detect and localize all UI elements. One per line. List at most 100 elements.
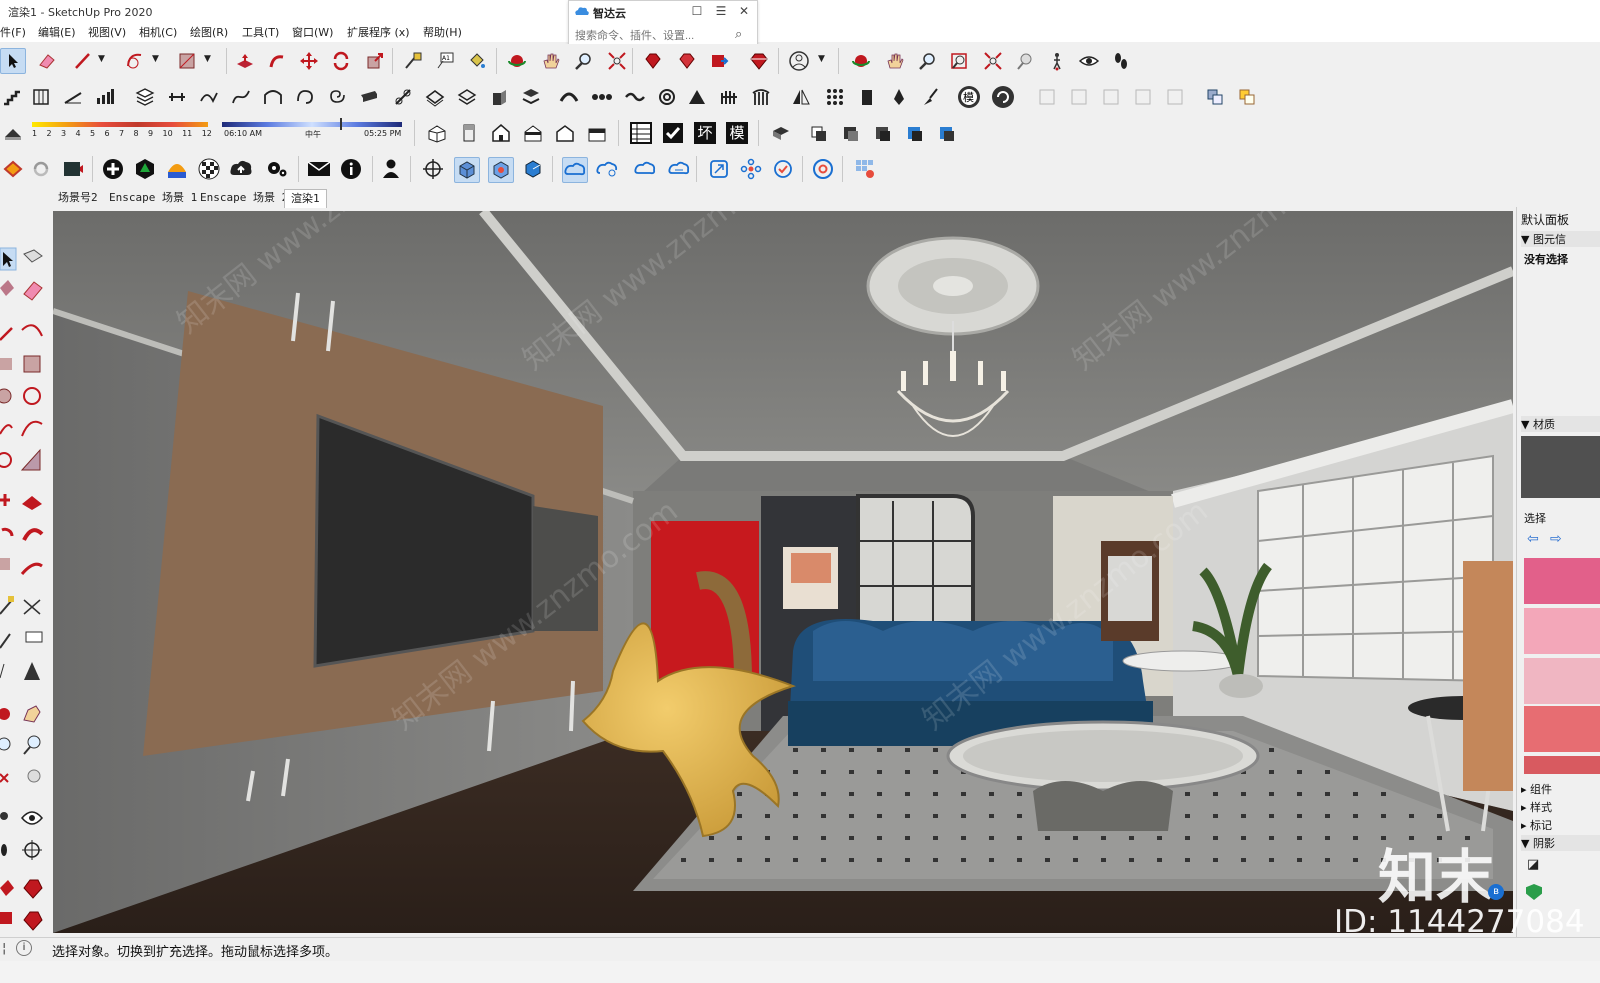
zoom-extents-icon[interactable] [980,48,1006,74]
sync-check-icon[interactable] [770,156,796,182]
menu-view[interactable]: 视图(V) [88,24,126,40]
section-display-icon[interactable] [870,120,896,146]
chevron-down-icon[interactable]: ▼ [818,54,825,64]
push-pull-icon[interactable] [232,48,258,74]
select-tab[interactable]: 选择 [1524,510,1546,526]
month-gradient-bar[interactable] [32,122,208,127]
video-render-icon[interactable] [60,156,86,182]
crosshair-icon[interactable] [420,156,446,182]
sunrise-icon[interactable] [164,156,190,182]
left-view-icon[interactable] [584,120,610,146]
shadows-icon[interactable] [0,120,26,146]
menu-button[interactable]: ☰ [712,3,730,19]
component-tool-icon[interactable] [1098,84,1124,110]
material-swatch[interactable] [1524,658,1600,704]
refresh-icon[interactable] [28,156,54,182]
shadows-header[interactable]: ▼ 阴影 [1521,835,1600,851]
pan-hand-icon[interactable] [538,48,564,74]
extension-warehouse-icon[interactable] [746,48,772,74]
arc-tool-icon[interactable] [122,48,148,74]
ruby-icon[interactable] [640,48,666,74]
column-icon[interactable] [28,84,54,110]
component-tool-icon[interactable] [1162,84,1188,110]
sketchup-cube-icon[interactable] [520,156,546,182]
pan-hand-icon[interactable] [882,48,908,74]
scene-tab[interactable]: Enscape 场景 2 [194,189,294,207]
arch-icon[interactable] [260,84,286,110]
move-tool-icon[interactable] [296,48,322,74]
cloud-list-icon[interactable] [666,156,692,182]
forward-arrow-icon[interactable]: ⇨ [1550,531,1562,547]
layout-icon[interactable] [0,156,26,182]
dome-icon[interactable] [556,84,582,110]
brush-icon[interactable] [918,84,944,110]
settings-gear-icon[interactable] [264,156,290,182]
ruby-console-icon[interactable] [674,48,700,74]
layer-highlight-icon[interactable] [1234,84,1260,110]
reload-icon[interactable] [990,84,1016,110]
grid-plugin-icon[interactable] [852,156,878,182]
zoom-icon[interactable] [570,48,596,74]
chevron-down-icon[interactable]: ▼ [152,54,159,64]
component-tool-icon[interactable] [1066,84,1092,110]
fence-icon[interactable] [748,84,774,110]
zoom-window-icon[interactable] [946,48,972,74]
cloud-upload-icon[interactable] [228,156,254,182]
checkbox-icon[interactable] [660,120,686,146]
orbit-icon[interactable] [504,48,530,74]
sketchup-cube-icon[interactable] [454,157,480,183]
stairs-icon[interactable] [0,84,26,110]
network-icon[interactable] [738,156,764,182]
section-plane-icon[interactable] [768,120,794,146]
cloud-link-icon[interactable] [562,157,588,183]
user-icon[interactable] [378,156,404,182]
restore-button[interactable]: ☐ [688,3,706,19]
box-icon[interactable] [854,84,880,110]
model-tool-icon[interactable]: 模 [724,120,750,146]
back-arrow-icon[interactable]: ⇦ [1527,531,1539,547]
entity-info-header[interactable]: ▼ 图元信 [1521,231,1600,247]
tree-icon[interactable] [132,156,158,182]
material-swatch[interactable] [1524,608,1600,654]
slope-icon[interactable] [60,84,86,110]
rectangle-tool-icon[interactable] [174,48,200,74]
menu-window[interactable]: 窗口(W) [292,24,333,40]
time-slider-handle[interactable] [340,118,342,130]
component-tool-icon[interactable] [1130,84,1156,110]
export-icon[interactable] [706,48,732,74]
checker-sphere-icon[interactable] [196,156,222,182]
components-header[interactable]: ▸ 组件 [1521,781,1552,797]
scene-tab-active[interactable]: 渲染1 [284,189,327,208]
wave-icon[interactable] [622,84,648,110]
bar-graph-icon[interactable] [92,84,118,110]
cloud-sync-icon[interactable] [632,156,658,182]
layers-tool-icon[interactable] [132,84,158,110]
scene-tab[interactable]: Enscape 场景 1 [103,189,203,207]
sketchup-cube-icon[interactable] [488,157,514,183]
align-icon[interactable] [164,84,190,110]
chevron-down-icon[interactable]: ▼ [98,54,105,64]
account-icon[interactable] [786,48,812,74]
mail-icon[interactable] [306,156,332,182]
walk-footprints-icon[interactable] [1108,48,1134,74]
menu-camera[interactable]: 相机(C) [139,24,177,40]
shape-bender-icon[interactable] [422,84,448,110]
zoom-icon[interactable] [914,48,940,74]
menu-edit[interactable]: 编辑(E) [38,24,76,40]
material-swatch[interactable] [1524,706,1600,752]
wall-tool-icon[interactable]: 坏 [692,120,718,146]
pen-nib-icon[interactable] [886,84,912,110]
cloud-search-icon[interactable] [594,156,620,182]
expand-icon[interactable] [706,156,732,182]
array-icon[interactable] [822,84,848,110]
front-view-icon[interactable] [488,120,514,146]
menu-draw[interactable]: 绘图(R) [190,24,228,40]
wave-fence-icon[interactable] [716,84,742,110]
mirror-icon[interactable] [788,84,814,110]
shadow-toggle-icon[interactable]: ◪ [1527,857,1539,872]
close-button[interactable]: ✕ [735,3,753,19]
layer-manager-icon[interactable] [1202,84,1228,110]
loop-icon[interactable] [292,84,318,110]
material-swatch[interactable] [1524,558,1600,604]
orbit-icon[interactable] [848,48,874,74]
